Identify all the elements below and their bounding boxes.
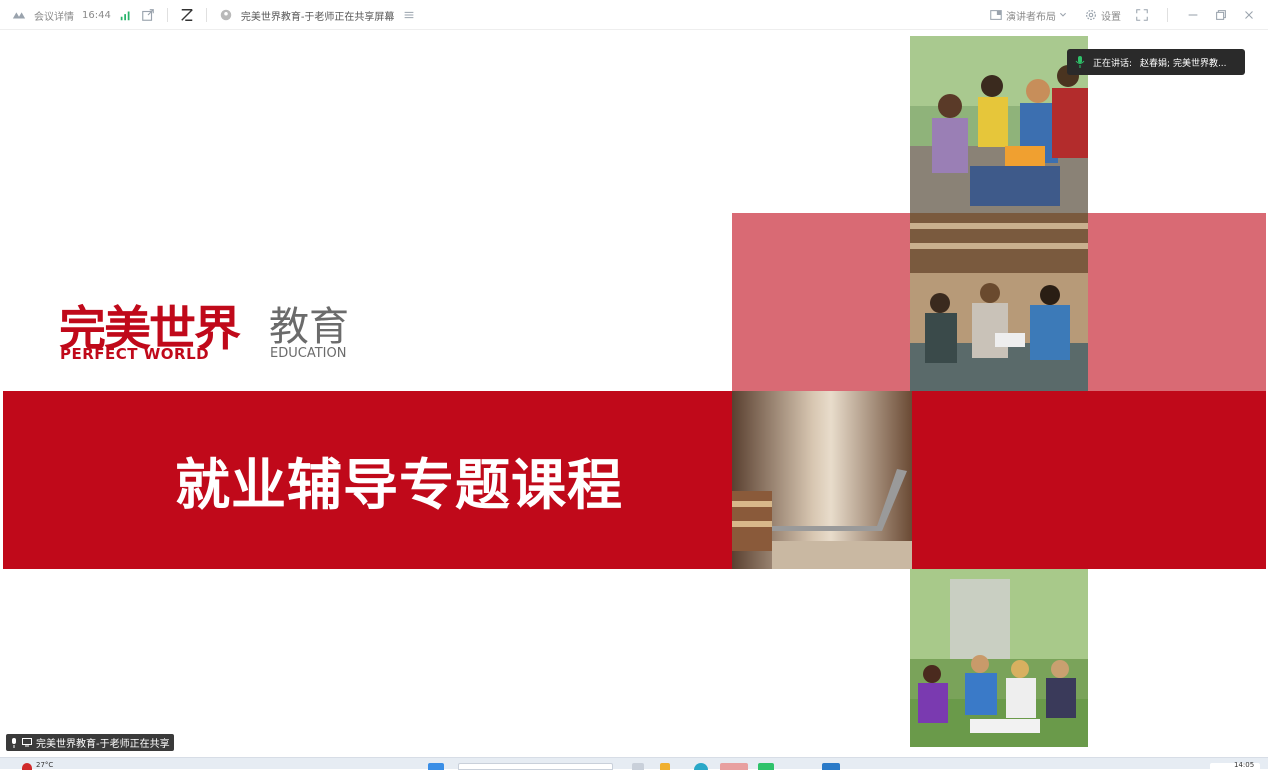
- slide-red-block: [911, 391, 1266, 569]
- meeting-details-button[interactable]: 会议详情: [34, 8, 74, 23]
- microphone-icon: [1075, 56, 1085, 68]
- layout-label: 演讲者布局: [1006, 11, 1056, 23]
- minimize-icon[interactable]: [1186, 8, 1200, 22]
- divider: [205, 8, 207, 22]
- chevron-down-icon: [1060, 12, 1066, 17]
- divider: [166, 8, 168, 22]
- slide-pink-block: [732, 213, 912, 391]
- library-laptop-photo: [732, 391, 912, 569]
- signal-strength-icon[interactable]: [119, 8, 133, 22]
- gear-icon: [1086, 10, 1096, 20]
- meeting-time: 16:44: [82, 9, 111, 21]
- share-status-text: 完美世界教育-于老师正在共享: [36, 739, 170, 750]
- windows-taskbar: 27°C 14:05: [0, 757, 1268, 770]
- sharer-avatar-icon: [219, 8, 233, 22]
- speaking-names: 赵春娟; 完美世界教...: [1140, 58, 1227, 69]
- popout-icon[interactable]: [141, 8, 155, 22]
- share-menu-icon[interactable]: [402, 8, 416, 22]
- settings-button[interactable]: 设置: [1084, 8, 1121, 23]
- shared-slide: 完美世界 PERFECT WORLD 教育 EDUCATION 就业辅导专题课程: [3, 36, 1266, 747]
- fullscreen-icon[interactable]: [1135, 8, 1149, 22]
- speaking-indicator: 正在讲话: 赵春娟; 完美世界教...: [1067, 49, 1245, 75]
- meeting-topbar: 会议详情 16:44 完美世界教育-于老师正在共享屏幕 演讲者布局 设置: [0, 0, 1268, 30]
- education-logo-en: EDUCATION: [270, 346, 347, 361]
- taskbar-clock: 14:05: [1234, 761, 1255, 769]
- settings-label: 设置: [1101, 11, 1121, 23]
- screen-share-icon: [22, 738, 32, 747]
- library-students-photo: [910, 213, 1088, 391]
- restore-icon[interactable]: [1214, 8, 1228, 22]
- share-status-label: 完美世界教育-于老师正在共享: [6, 734, 174, 751]
- brand-logo-en: PERFECT WORLD: [60, 345, 210, 363]
- share-title: 完美世界教育-于老师正在共享屏幕: [240, 11, 395, 23]
- slide-pink-block: [1088, 213, 1266, 391]
- annotate-icon[interactable]: [180, 8, 194, 22]
- close-icon[interactable]: [1242, 8, 1256, 22]
- students-photo-bottom: [910, 569, 1088, 747]
- meeting-logo-icon: [12, 8, 26, 22]
- slide-title: 就业辅导专题课程: [175, 453, 624, 517]
- layout-button[interactable]: 演讲者布局: [989, 8, 1070, 23]
- microphone-icon: [12, 737, 16, 748]
- education-logo-cn: 教育: [269, 304, 349, 350]
- weather-temperature: 27°C: [36, 761, 54, 769]
- speaking-prefix: 正在讲话:: [1093, 58, 1133, 69]
- students-photo-top: [910, 36, 1088, 213]
- divider: [1167, 8, 1168, 22]
